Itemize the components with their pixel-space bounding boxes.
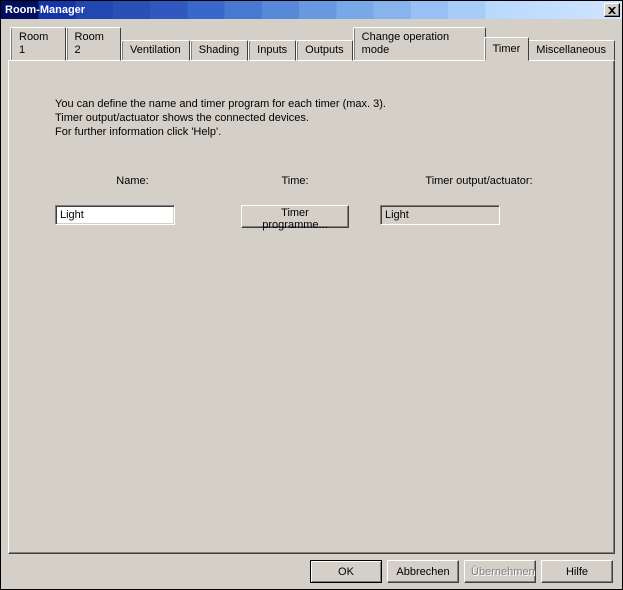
intro-line-2: Timer output/actuator shows the connecte… — [55, 111, 578, 125]
tab-label: Room 2 — [75, 31, 104, 56]
tab-label: Outputs — [305, 44, 344, 56]
timer-name-input[interactable] — [55, 205, 175, 225]
tab-change-operation-mode[interactable]: Change operation mode — [353, 27, 486, 61]
tab-label: Shading — [199, 44, 239, 56]
column-time: Time: Timer programme... — [210, 175, 380, 228]
tab-room-2[interactable]: Room 2 — [66, 27, 122, 61]
column-name: Name: — [55, 175, 210, 228]
tab-label: Miscellaneous — [536, 44, 606, 56]
help-button[interactable]: Hilfe — [541, 560, 613, 583]
timer-output-field: Light — [380, 205, 500, 225]
dialog-button-row: OK Abbrechen Übernehmen Hilfe — [8, 560, 615, 583]
column-header-name: Name: — [116, 175, 148, 187]
window: Room-Manager Room 1 Room 2 Ventilation S… — [0, 0, 623, 590]
window-title: Room-Manager — [5, 4, 85, 16]
timer-programme-button[interactable]: Timer programme... — [241, 205, 349, 228]
tab-timer[interactable]: Timer — [484, 37, 530, 61]
timer-output-value: Light — [385, 209, 409, 221]
tab-page-timer: You can define the name and timer progra… — [8, 60, 615, 554]
intro-text: You can define the name and timer progra… — [55, 97, 578, 139]
tab-strip: Room 1 Room 2 Ventilation Shading Inputs… — [8, 27, 615, 61]
apply-button: Übernehmen — [464, 560, 536, 583]
column-header-output: Timer output/actuator: — [425, 175, 532, 187]
close-icon — [608, 7, 616, 14]
title-bar: Room-Manager — [1, 1, 622, 19]
tab-label: Inputs — [257, 44, 287, 56]
tab-label: Change operation mode — [362, 31, 449, 56]
ok-button[interactable]: OK — [310, 560, 382, 583]
client-area: Room 1 Room 2 Ventilation Shading Inputs… — [1, 19, 622, 589]
intro-line-3: For further information click 'Help'. — [55, 125, 578, 139]
cancel-button[interactable]: Abbrechen — [387, 560, 459, 583]
close-button[interactable] — [604, 3, 620, 17]
column-header-time: Time: — [281, 175, 308, 187]
timer-columns: Name: Time: Timer programme... Timer out… — [55, 175, 578, 228]
intro-line-1: You can define the name and timer progra… — [55, 97, 578, 111]
column-output: Timer output/actuator: Light — [380, 175, 578, 228]
tab-inputs[interactable]: Inputs — [248, 40, 296, 61]
tab-label: Ventilation — [130, 44, 181, 56]
tab-outputs[interactable]: Outputs — [296, 40, 353, 61]
tab-label: Timer — [493, 43, 521, 55]
tab-ventilation[interactable]: Ventilation — [121, 40, 190, 61]
tab-room-1[interactable]: Room 1 — [10, 27, 66, 61]
tab-shading[interactable]: Shading — [190, 40, 248, 61]
tab-miscellaneous[interactable]: Miscellaneous — [527, 40, 615, 61]
tab-label: Room 1 — [19, 31, 48, 56]
